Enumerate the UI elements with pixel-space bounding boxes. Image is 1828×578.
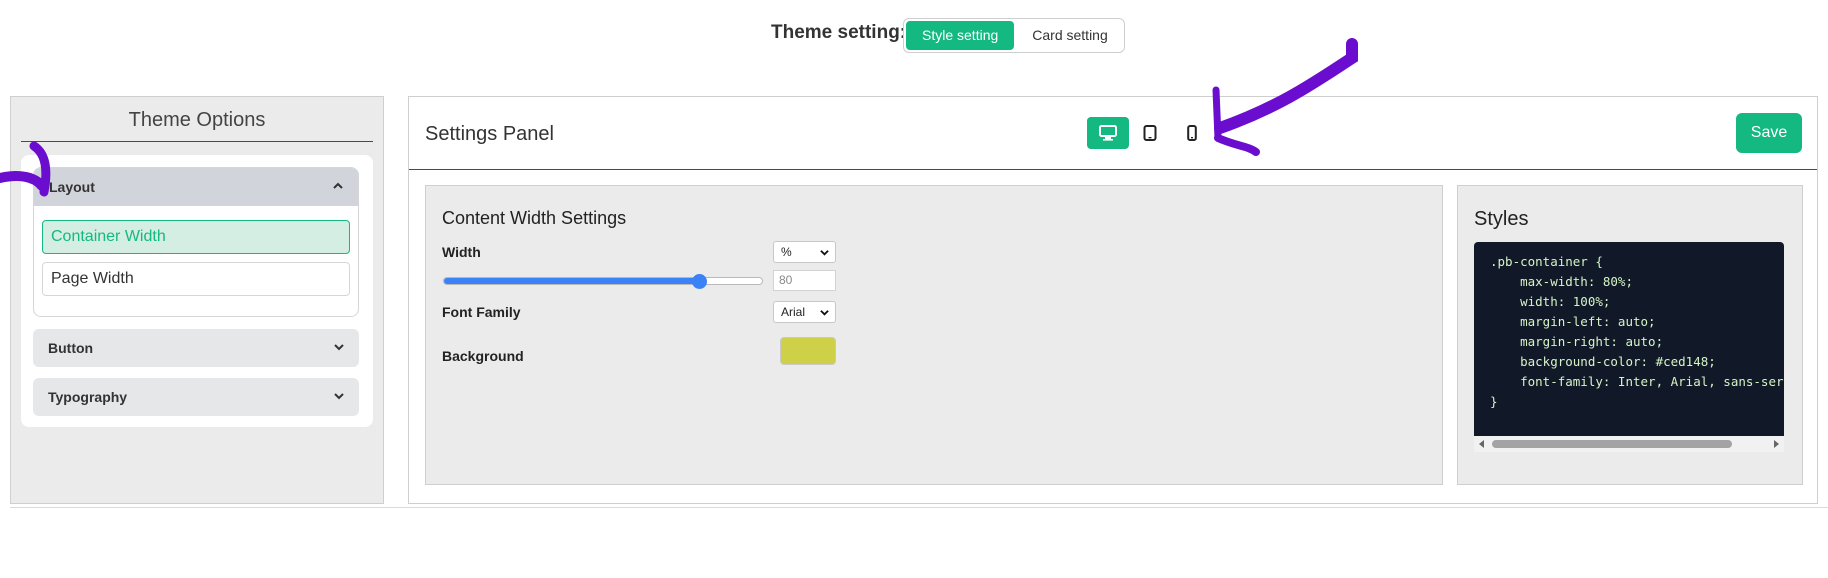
width-unit-value: %	[781, 245, 792, 259]
chevron-down-icon	[820, 250, 829, 256]
panel-divider	[409, 169, 1817, 170]
desktop-view-button[interactable]	[1087, 117, 1129, 149]
bottom-divider	[10, 507, 1828, 508]
width-slider-thumb[interactable]	[692, 274, 707, 289]
width-number-input[interactable]: 80	[773, 270, 836, 291]
device-switcher	[1087, 117, 1213, 149]
tablet-view-button[interactable]	[1129, 117, 1171, 149]
width-slider-track[interactable]	[443, 277, 763, 285]
sidebar-title: Theme Options	[128, 109, 266, 131]
sidebar-divider	[21, 141, 373, 142]
css-code-text: .pb-container { max-width: 80%; width: 1…	[1490, 254, 1784, 409]
width-unit-select[interactable]: %	[773, 241, 836, 263]
css-code-block: .pb-container { max-width: 80%; width: 1…	[1474, 242, 1784, 436]
styles-panel: Styles .pb-container { max-width: 80%; w…	[1457, 185, 1803, 485]
container-width-item[interactable]: Container Width	[42, 220, 350, 254]
background-color-picker[interactable]	[780, 337, 836, 365]
font-family-select[interactable]: Arial	[773, 301, 836, 323]
theme-setting-toggle: Style setting Card setting	[903, 18, 1125, 53]
card-setting-button[interactable]: Card setting	[1016, 21, 1123, 50]
chevron-down-icon	[820, 310, 829, 316]
sidebar-accordion: Layout Container Width Page Width Button…	[21, 155, 373, 427]
accordion-typography-header[interactable]: Typography	[33, 378, 359, 416]
font-family-label: Font Family	[442, 304, 521, 320]
font-family-value: Arial	[781, 305, 806, 319]
scroll-left-arrow-icon[interactable]	[1477, 439, 1487, 449]
tablet-icon	[1143, 125, 1157, 141]
accordion-button-label: Button	[48, 340, 94, 356]
page-width-item[interactable]: Page Width	[42, 262, 350, 296]
accordion-layout-header[interactable]: Layout	[34, 168, 358, 206]
content-width-title: Content Width Settings	[442, 208, 627, 228]
accordion-button-header[interactable]: Button	[33, 329, 359, 367]
chevron-down-icon	[334, 344, 344, 351]
save-button[interactable]: Save	[1736, 113, 1802, 153]
scrollbar-thumb[interactable]	[1492, 440, 1732, 448]
theme-setting-label: Theme setting:	[771, 22, 907, 43]
panel-title: Settings Panel	[425, 123, 554, 145]
mobile-icon	[1187, 125, 1197, 141]
theme-options-sidebar: Theme Options Layout Container Width Pag…	[10, 96, 384, 504]
settings-panel: Settings Panel Save Content Width Settin…	[408, 96, 1818, 504]
mobile-view-button[interactable]	[1171, 117, 1213, 149]
width-slider-fill	[444, 278, 699, 284]
accordion-layout: Layout Container Width Page Width	[33, 167, 359, 317]
scroll-right-arrow-icon[interactable]	[1771, 439, 1781, 449]
width-label: Width	[442, 244, 481, 260]
chevron-down-icon	[334, 393, 344, 400]
accordion-typography-label: Typography	[48, 389, 128, 405]
style-setting-button[interactable]: Style setting	[906, 21, 1015, 50]
accordion-layout-label: Layout	[49, 179, 95, 195]
desktop-icon	[1099, 125, 1117, 141]
styles-title: Styles	[1474, 208, 1529, 230]
chevron-up-icon	[333, 182, 343, 189]
code-horizontal-scrollbar[interactable]	[1474, 436, 1784, 452]
content-width-settings: Content Width Settings Width % 80 Font F…	[425, 185, 1443, 485]
background-label: Background	[442, 348, 524, 364]
